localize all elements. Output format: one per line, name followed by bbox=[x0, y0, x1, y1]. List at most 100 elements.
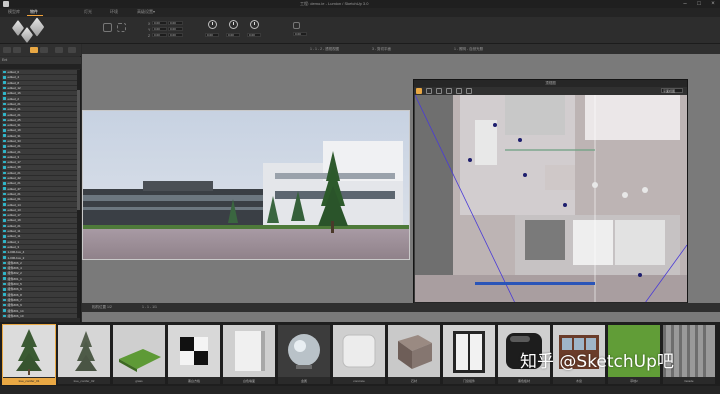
entity-list-item[interactable]: edited_61 bbox=[2, 197, 77, 202]
delete-icon[interactable] bbox=[55, 47, 63, 53]
entity-list-item[interactable]: edited_19 bbox=[2, 218, 77, 223]
grid-tool-icon[interactable] bbox=[117, 23, 126, 32]
entity-list-item[interactable]: edited_21 bbox=[2, 181, 77, 186]
folder-icon[interactable] bbox=[30, 47, 38, 53]
entity-list-item[interactable]: 组件#06_7 bbox=[2, 297, 77, 303]
chevron-down-icon[interactable]: ▾ bbox=[153, 9, 155, 14]
camera-tool-icon[interactable] bbox=[466, 88, 472, 94]
entity-list-item[interactable]: edited_17 bbox=[2, 160, 77, 165]
entity-list-item[interactable]: 组件#02_2 bbox=[2, 271, 77, 276]
scale-value[interactable]: 0.00 bbox=[293, 32, 307, 36]
entity-list-item[interactable]: edited_0 bbox=[2, 70, 77, 75]
entity-list-item[interactable]: 组件#01_1 bbox=[2, 276, 77, 281]
entity-list-item[interactable]: edited_4 bbox=[2, 75, 77, 80]
select-tool-icon[interactable] bbox=[416, 88, 422, 94]
entity-list-item[interactable]: 组件#06_6 bbox=[2, 287, 77, 292]
entity-list-item[interactable]: 1-006-box_4 bbox=[2, 250, 77, 255]
settings-icon[interactable] bbox=[68, 47, 76, 53]
maximize-icon[interactable]: □ bbox=[694, 0, 704, 8]
menu-tab-2[interactable]: 灯光 bbox=[84, 9, 92, 15]
entity-list-item[interactable]: edited_21 bbox=[2, 149, 77, 154]
entity-list-item[interactable]: 组件#06_9 bbox=[2, 303, 77, 308]
measure-tool-icon[interactable] bbox=[456, 88, 462, 94]
entity-list-item[interactable]: edited_25 bbox=[2, 117, 77, 122]
entity-list-item[interactable]: edited_21 bbox=[2, 107, 77, 112]
render-preview[interactable] bbox=[82, 110, 410, 260]
entity-list-item[interactable]: 组件#03_5 bbox=[2, 281, 77, 287]
entity-list-item[interactable]: edited_16 bbox=[2, 91, 77, 96]
entity-list-item[interactable]: 1-006-box_2 bbox=[2, 255, 77, 260]
list-icon[interactable] bbox=[13, 47, 21, 53]
entity-list-item[interactable]: edited_38 bbox=[2, 165, 77, 170]
close-icon[interactable]: × bbox=[708, 0, 718, 8]
material-thumb-4[interactable]: 白色墙面 bbox=[223, 325, 275, 384]
heading-dial[interactable] bbox=[208, 20, 217, 29]
position-y-field[interactable]: 0.00 bbox=[152, 27, 167, 31]
entity-list-item[interactable]: 组件#06_4 bbox=[2, 265, 77, 271]
entity-list-item[interactable]: edited_21 bbox=[2, 191, 77, 197]
clip-plane-label[interactable]: 3 - 剪切平面 bbox=[372, 47, 391, 52]
entity-list-item[interactable]: edited_17 bbox=[2, 213, 77, 218]
material-thumb-2[interactable]: grass bbox=[113, 325, 165, 384]
entity-list-item[interactable]: 组件#06_8 bbox=[2, 292, 77, 297]
entity-list-item[interactable]: edited_21 bbox=[2, 170, 77, 175]
entity-list-item[interactable]: edited_31 bbox=[2, 122, 77, 128]
entity-list-item[interactable]: edited_21 bbox=[2, 144, 77, 149]
scale-tool-icon[interactable] bbox=[293, 22, 300, 29]
menu-tab-0[interactable]: 模型库 bbox=[8, 9, 20, 15]
entity-list-item[interactable]: edited_8 bbox=[2, 80, 77, 85]
entity-list-scrollbar[interactable] bbox=[77, 70, 80, 318]
entity-list-item[interactable]: edited_2 bbox=[2, 96, 77, 101]
entity-list-item[interactable]: edited_3 bbox=[2, 244, 77, 250]
material-thumb-1[interactable]: tree_conifer_02 bbox=[58, 325, 110, 384]
view-option-select[interactable]: 平面视图 bbox=[661, 88, 683, 93]
pitch-value[interactable]: 0.00 bbox=[226, 33, 240, 37]
pitch-dial[interactable] bbox=[229, 20, 238, 29]
entity-list-item[interactable]: edited_11 bbox=[2, 234, 77, 239]
entity-list-item[interactable]: edited_31 bbox=[2, 133, 77, 138]
rotation-x-field[interactable]: 0.00 bbox=[168, 21, 183, 25]
view-mode-label[interactable]: 1 - 1 - 2 - 透视视图 bbox=[310, 47, 339, 52]
lighting-label[interactable]: 1 - 照明 - 自然光照 bbox=[454, 47, 483, 52]
entity-list-item[interactable]: edited_3 bbox=[2, 154, 77, 160]
entity-list-item[interactable]: edited_42 bbox=[2, 175, 77, 181]
entity-list-item[interactable]: edited_21 bbox=[2, 223, 77, 228]
entity-list-item[interactable]: edited_21 bbox=[2, 101, 77, 107]
pan-tool-icon[interactable] bbox=[426, 88, 432, 94]
position-x-field[interactable]: 0.00 bbox=[152, 21, 167, 25]
position-z-field[interactable]: 0.00 bbox=[152, 33, 167, 37]
bank-value[interactable]: 0.00 bbox=[247, 33, 261, 37]
rotation-z-field[interactable]: 0.00 bbox=[168, 33, 183, 37]
entity-list-item[interactable]: edited_14 bbox=[2, 202, 77, 207]
top-view-canvas[interactable] bbox=[415, 95, 687, 303]
material-thumb-8[interactable]: 门窗组件 bbox=[443, 325, 495, 384]
menu-tab-4[interactable]: 高级设置 bbox=[137, 9, 153, 15]
add-icon[interactable] bbox=[40, 47, 48, 53]
entity-list-item[interactable]: 组件#06_2 bbox=[2, 260, 77, 265]
entity-list-item[interactable]: edited_13 bbox=[2, 207, 77, 213]
entity-list-item[interactable]: edited_47 bbox=[2, 186, 77, 191]
zoom-tool-icon[interactable] bbox=[436, 88, 442, 94]
filter-icon[interactable] bbox=[3, 47, 11, 53]
rotate-tool-icon[interactable] bbox=[446, 88, 452, 94]
material-thumb-0[interactable]: tree_conifer_01 bbox=[2, 324, 56, 385]
entity-search-input[interactable] bbox=[0, 64, 81, 69]
entity-list-item[interactable]: 组件#06_10 bbox=[2, 313, 77, 318]
rotation-y-field[interactable]: 0.00 bbox=[168, 27, 183, 31]
move-tool-icon[interactable] bbox=[103, 23, 112, 32]
camera-position-label[interactable]: 相机位置 1/2 bbox=[92, 305, 112, 310]
material-thumb-6[interactable]: concrete bbox=[333, 325, 385, 384]
heading-value[interactable]: 0.00 bbox=[205, 33, 219, 37]
minimize-icon[interactable]: – bbox=[680, 0, 690, 8]
entity-list-item[interactable]: edited_19 bbox=[2, 128, 77, 133]
entity-list-item[interactable]: edited_1 bbox=[2, 239, 77, 244]
material-thumb-5[interactable]: 金属 bbox=[278, 325, 330, 384]
material-thumb-7[interactable]: 石材 bbox=[388, 325, 440, 384]
entity-list-item[interactable]: edited_33 bbox=[2, 138, 77, 144]
entity-list-item[interactable]: 组件#01_14 bbox=[2, 308, 77, 313]
entity-list-item[interactable]: edited_21 bbox=[2, 112, 77, 117]
entity-list-item[interactable]: edited_11 bbox=[2, 228, 77, 234]
material-thumb-3[interactable]: 黑白方格 bbox=[168, 325, 220, 384]
menu-tab-3[interactable]: 环境 bbox=[110, 9, 118, 15]
bank-dial[interactable] bbox=[250, 20, 259, 29]
